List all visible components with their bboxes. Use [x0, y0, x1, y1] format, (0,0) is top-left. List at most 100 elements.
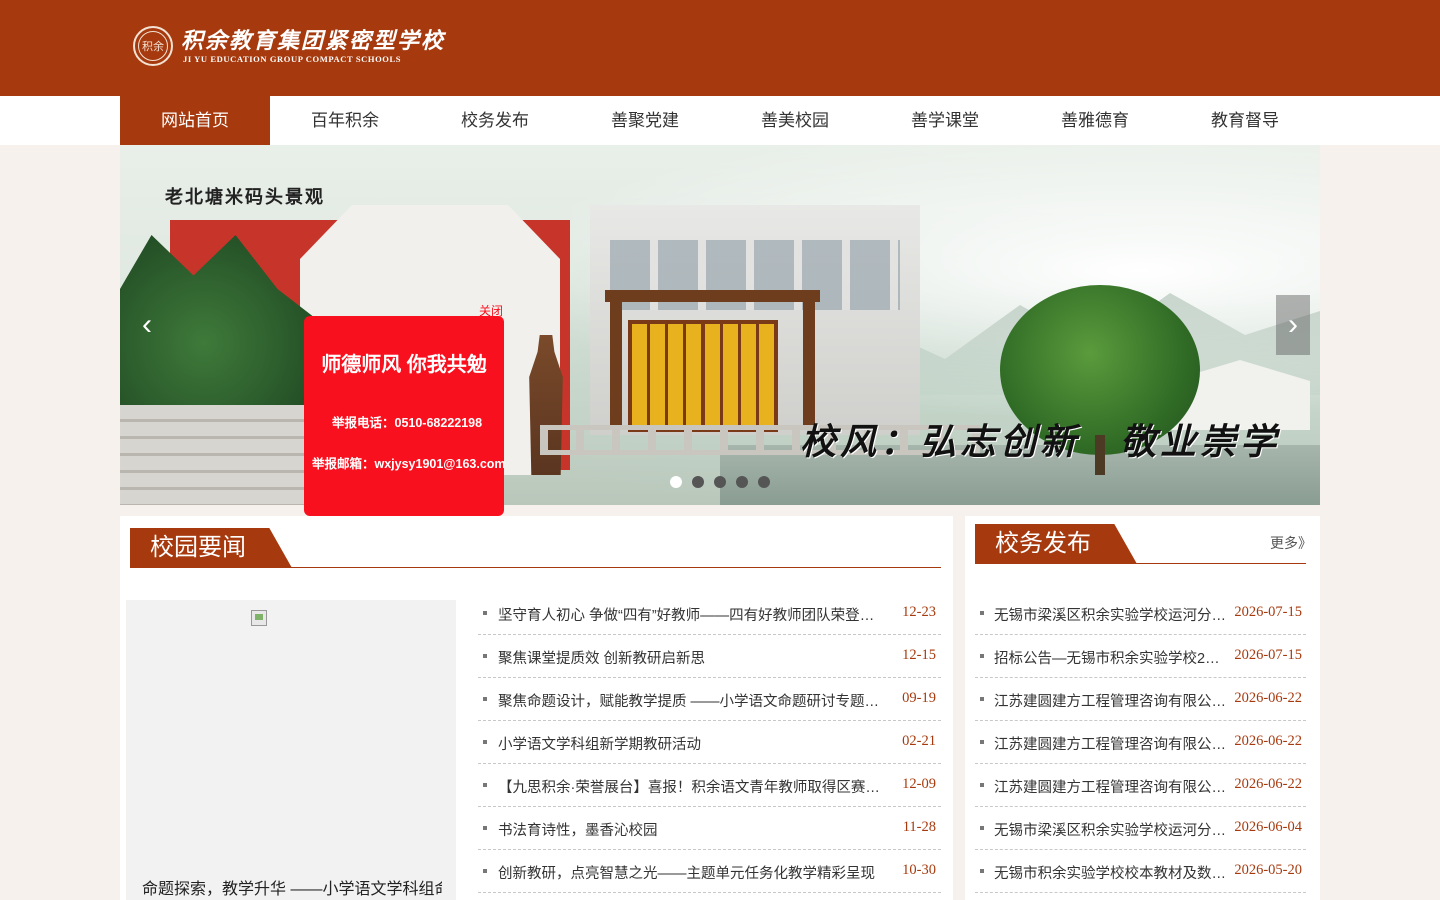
news-title-link[interactable]: 聚焦命题设计，赋能教学提质 ——小学语文命题研讨专题教研活动	[498, 690, 888, 711]
bullet-icon	[980, 654, 984, 658]
news-date: 2026-06-22	[1234, 776, 1302, 792]
notice-email: 举报邮箱：wxjysy1901@163.com	[312, 457, 506, 471]
news-date: 2026-07-15	[1234, 604, 1302, 620]
logo-english-name: JI YU EDUCATION GROUP COMPACT SCHOOLS	[183, 54, 402, 64]
list-item[interactable]: 聚焦课堂提质效 创新教研启新思 12-15	[478, 635, 941, 678]
bullet-icon	[483, 740, 487, 744]
news-title-link[interactable]: 招标公告—无锡市积余实验学校2026年度	[994, 647, 1227, 668]
integrity-notice-popup[interactable]: 师德师风 你我共勉 举报电话：0510-68222198 举报邮箱：wxjysy…	[304, 316, 506, 516]
news-date: 12-23	[902, 604, 936, 620]
news-title-link[interactable]: 聚焦课堂提质效 创新教研启新思	[498, 647, 888, 668]
news-title-link[interactable]: 【九思积余·荣誉展台】喜报！积余语文青年教师取得区赛课佳绩	[498, 776, 888, 797]
news-date: 12-09	[902, 776, 936, 792]
news-date: 02-21	[902, 733, 936, 749]
banner-gate-post	[610, 290, 622, 430]
nav-item[interactable]: 善学课堂	[870, 96, 1020, 145]
news-title-link[interactable]: 江苏建圆建方工程管理咨询有限公司采购	[994, 690, 1227, 711]
campus-news-title: 校园要闻	[130, 528, 292, 568]
more-link[interactable]: 更多》	[1270, 533, 1312, 553]
news-title-link[interactable]: 无锡市积余实验学校校本教材及数字资源	[994, 862, 1227, 883]
board-slat	[668, 324, 684, 428]
board-slat	[758, 324, 774, 428]
bullet-icon	[980, 783, 984, 787]
nav-item[interactable]: 百年积余	[270, 96, 420, 145]
campus-news-list: 坚守育人初心 争做“四有”好教师——四有好教师团队荣登学习强国 12-23 聚焦课堂…	[478, 592, 941, 893]
feature-news-card[interactable]: 命题探索，教学升华 ——小学语文学科组命题研讨活动	[126, 600, 456, 900]
news-title-link[interactable]: 无锡市梁溪区积余实验学校运河分校项目	[994, 604, 1227, 625]
board-slat	[740, 324, 756, 428]
banner-steps	[120, 405, 320, 505]
list-item[interactable]: 江苏建圆建方工程管理咨询有限公司采购 2026-06-22	[975, 678, 1306, 721]
list-item[interactable]: 无锡市梁溪区积余实验学校运河分校项目 2026-07-15	[975, 592, 1306, 635]
banner-poem-board	[628, 320, 778, 432]
list-item[interactable]: 江苏建圆建方工程管理咨询有限公司公告 2026-06-22	[975, 764, 1306, 807]
school-affairs-panel: 校务发布 更多》 无锡市梁溪区积余实验学校运河分校项目2026-07-15招标公…	[965, 516, 1320, 900]
news-title-link[interactable]: 书法育诗性，墨香沁校园	[498, 819, 888, 840]
bullet-icon	[483, 826, 487, 830]
news-title-link[interactable]: 江苏建圆建方工程管理咨询有限公司招标	[994, 733, 1227, 754]
school-affairs-list: 无锡市梁溪区积余实验学校运河分校项目2026-07-15招标公告—无锡市积余实验…	[975, 592, 1306, 893]
list-item[interactable]: 坚守育人初心 争做“四有”好教师——四有好教师团队荣登学习强国 12-23	[478, 592, 941, 635]
bullet-icon	[980, 826, 984, 830]
bullet-icon	[483, 697, 487, 701]
banner-gate-beam	[605, 290, 820, 302]
notice-close-link[interactable]: 关闭	[479, 302, 503, 319]
news-title-link[interactable]: 坚守育人初心 争做“四有”好教师——四有好教师团队荣登学习强国	[498, 604, 888, 625]
nav-item[interactable]: 善美校园	[720, 96, 870, 145]
list-item[interactable]: 书法育诗性，墨香沁校园 11-28	[478, 807, 941, 850]
news-date: 2026-06-04	[1234, 819, 1302, 835]
bullet-icon	[483, 783, 487, 787]
school-affairs-title: 校务发布	[975, 524, 1137, 564]
carousel-dots	[670, 476, 780, 488]
chevron-right-icon[interactable]: ›	[1276, 295, 1310, 355]
bullet-icon	[980, 740, 984, 744]
carousel-dot[interactable]	[692, 476, 704, 488]
main-nav: 网站首页 百年积余 校务发布 善聚党建 善美校园 善学课堂 善雅德育 教育督导	[0, 96, 1440, 145]
bullet-icon	[483, 869, 487, 873]
list-item[interactable]: 招标公告—无锡市积余实验学校2026年度 2026-07-15	[975, 635, 1306, 678]
news-title-link[interactable]: 江苏建圆建方工程管理咨询有限公司公告	[994, 776, 1227, 797]
list-item[interactable]: 无锡市梁溪区积余实验学校运河分校改造 2026-06-04	[975, 807, 1306, 850]
news-date: 11-28	[902, 819, 936, 835]
bullet-icon	[980, 611, 984, 615]
news-title-link[interactable]: 创新教研，点亮智慧之光——主题单元任务化教学精彩呈现	[498, 862, 888, 883]
feature-caption[interactable]: 命题探索，教学升华 ——小学语文学科组命题研讨活动	[142, 875, 442, 899]
list-item[interactable]: 创新教研，点亮智慧之光——主题单元任务化教学精彩呈现 10-30	[478, 850, 941, 893]
campus-news-panel: 校园要闻 命题探索，教学升华 ——小学语文学科组命题研讨活动 坚守育人初心 争做…	[120, 516, 953, 900]
nav-item[interactable]: 善聚党建	[570, 96, 720, 145]
banner-gate-post	[803, 290, 815, 430]
section-divider	[130, 567, 941, 568]
list-item[interactable]: 小学语文学科组新学期教研活动 02-21	[478, 721, 941, 764]
carousel-dot[interactable]	[736, 476, 748, 488]
board-slat	[686, 324, 702, 428]
section-divider	[975, 563, 1306, 564]
news-title-link[interactable]: 小学语文学科组新学期教研活动	[498, 733, 888, 754]
carousel-dot[interactable]	[758, 476, 770, 488]
list-item[interactable]: 【九思积余·荣誉展台】喜报！积余语文青年教师取得区赛课佳绩 12-09	[478, 764, 941, 807]
banner-carousel[interactable]: 老北塘米码头景观 校风：弘志创新 敬业崇学 ‹ ›	[120, 145, 1320, 505]
list-item[interactable]: 江苏建圆建方工程管理咨询有限公司招标 2026-06-22	[975, 721, 1306, 764]
school-seal-icon: 积余	[133, 26, 173, 66]
logo-text: 积余教育集团紧密型学校 JI YU EDUCATION GROUP COMPAC…	[181, 28, 445, 64]
news-date: 12-15	[902, 647, 936, 663]
news-title-link[interactable]: 无锡市梁溪区积余实验学校运河分校改造	[994, 819, 1227, 840]
nav-item[interactable]: 校务发布	[420, 96, 570, 145]
list-item[interactable]: 聚焦命题设计，赋能教学提质 ——小学语文命题研讨专题教研活动 09-19	[478, 678, 941, 721]
board-slat	[704, 324, 720, 428]
carousel-dot[interactable]	[670, 476, 682, 488]
carousel-dot[interactable]	[714, 476, 726, 488]
notice-title: 师德师风 你我共勉	[321, 354, 487, 376]
nav-item[interactable]: 网站首页	[120, 96, 270, 145]
chevron-left-icon[interactable]: ‹	[130, 295, 164, 355]
news-date: 10-30	[902, 862, 936, 878]
news-date: 2026-07-15	[1234, 647, 1302, 663]
list-item[interactable]: 无锡市积余实验学校校本教材及数字资源 2026-05-20	[975, 850, 1306, 893]
logo-chinese-name: 积余教育集团紧密型学校	[181, 28, 446, 54]
news-date: 2026-06-22	[1234, 733, 1302, 749]
site-logo[interactable]: 积余 积余教育集团紧密型学校 JI YU EDUCATION GROUP COM…	[133, 26, 445, 66]
board-slat	[650, 324, 666, 428]
bullet-icon	[980, 697, 984, 701]
notice-phone: 举报电话：0510-68222198	[332, 416, 483, 430]
nav-item[interactable]: 善雅德育	[1020, 96, 1170, 145]
nav-item[interactable]: 教育督导	[1170, 96, 1320, 145]
